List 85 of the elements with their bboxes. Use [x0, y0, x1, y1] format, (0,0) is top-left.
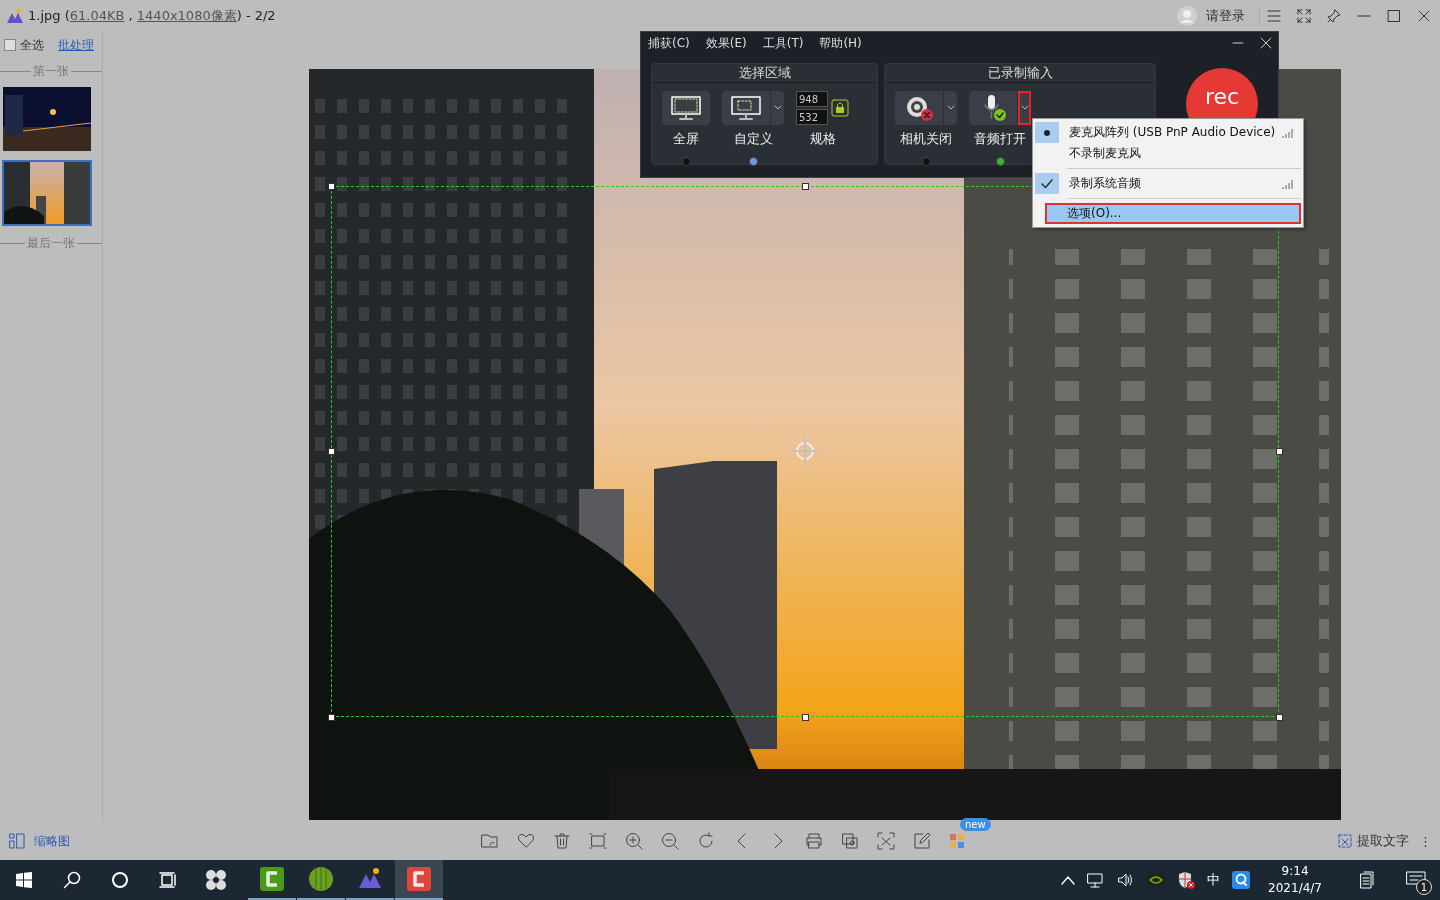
resize-handle[interactable] — [802, 714, 809, 721]
menu-item[interactable]: 效果(E) — [705, 34, 747, 52]
close-icon[interactable] — [1260, 37, 1272, 49]
time-label: 9:14 — [1281, 863, 1309, 880]
new-badge: new — [960, 818, 991, 831]
chevron-up-icon[interactable] — [1061, 875, 1076, 885]
text-scan-icon[interactable] — [876, 831, 896, 851]
menu-item[interactable]: 录制系统音频 — [1035, 173, 1301, 194]
shield-icon[interactable] — [1177, 871, 1196, 889]
thumbnail-image[interactable] — [2, 86, 92, 152]
login-link[interactable]: 请登录 — [1206, 7, 1245, 25]
resize-handle[interactable] — [328, 448, 335, 455]
circle-icon[interactable] — [111, 871, 129, 889]
print-icon[interactable] — [804, 831, 824, 851]
dropdown-arrow-button[interactable] — [1017, 91, 1031, 125]
full-screen-icon — [669, 94, 703, 122]
network-icon[interactable] — [1087, 872, 1106, 888]
window-title: 1.jpg (61.04KB , 1440x1080像素) - 2/2 — [28, 7, 276, 25]
resize-handle[interactable] — [328, 183, 335, 190]
menu-item[interactable]: 工具(T) — [762, 34, 804, 52]
caret-icon — [946, 105, 955, 111]
melon-app-icon[interactable] — [306, 864, 336, 894]
control-label: 自定义 — [733, 130, 773, 148]
more-options-button[interactable]: ⋮ — [1419, 833, 1432, 849]
thumbnail-panel-icon[interactable] — [8, 832, 26, 850]
camera-button[interactable] — [895, 91, 957, 125]
pin-icon[interactable] — [1326, 8, 1342, 24]
caret-icon — [1020, 105, 1029, 111]
audio-button[interactable] — [969, 91, 1031, 125]
zoom-out-icon[interactable] — [660, 831, 680, 851]
custom-region-button[interactable] — [722, 91, 784, 125]
search-icon[interactable] — [63, 871, 81, 889]
batch-process-link[interactable]: 批处理 — [58, 36, 94, 54]
text-extract-icon[interactable] — [1337, 833, 1353, 849]
date-label: 2021/4/7 — [1268, 880, 1322, 897]
resize-handle[interactable] — [328, 714, 335, 721]
task-view-icon[interactable] — [159, 871, 177, 889]
nvidia-icon[interactable] — [1147, 872, 1166, 888]
fit-screen-icon[interactable] — [588, 831, 608, 851]
group-title: 选择区域 — [652, 64, 877, 83]
fullscreen-icon[interactable] — [1296, 8, 1312, 24]
full-screen-button[interactable] — [662, 91, 710, 125]
folder-icon[interactable] — [480, 831, 500, 851]
resize-handle[interactable] — [1276, 714, 1283, 721]
zoom-in-icon[interactable] — [624, 831, 644, 851]
rotate-icon[interactable] — [696, 831, 716, 851]
custom-region-icon — [729, 94, 763, 122]
width-field[interactable]: 948 — [796, 91, 828, 107]
menu-item[interactable]: 捕获(C) — [648, 34, 690, 52]
menu-item[interactable]: 不录制麦克风 — [1035, 143, 1301, 164]
thumbnail-toggle-link[interactable]: 缩略图 — [34, 832, 70, 850]
checkbox[interactable] — [4, 39, 16, 51]
resize-handle[interactable] — [1276, 448, 1283, 455]
control-label: 相机关闭 — [900, 130, 952, 148]
camtasia-app-icon[interactable] — [404, 864, 434, 894]
close-icon[interactable] — [1416, 8, 1432, 24]
lock-icon[interactable] — [831, 99, 849, 117]
edit-icon[interactable] — [912, 831, 932, 851]
title-link[interactable]: 61.04KB — [69, 8, 125, 23]
resize-handle[interactable] — [802, 183, 809, 190]
menu-item[interactable]: 选项(O)... — [1045, 203, 1301, 224]
group-title: 已录制输入 — [885, 64, 1155, 83]
copy-image-icon[interactable] — [840, 831, 860, 851]
trash-icon[interactable] — [552, 831, 572, 851]
size-label: 规格 — [809, 130, 836, 148]
avatar-icon — [1176, 5, 1198, 27]
select-all-label[interactable]: 全选 — [20, 36, 44, 54]
input-method-indicator[interactable]: 中 — [1207, 871, 1221, 889]
camtasia-app-icon[interactable] — [257, 864, 287, 894]
caret-icon — [773, 105, 782, 111]
qq-app-icon[interactable] — [1232, 871, 1251, 889]
title-link[interactable]: 1440x1080像素 — [136, 8, 237, 23]
app-logo-icon — [6, 8, 24, 24]
control-label: 全屏 — [673, 130, 699, 148]
menu-item[interactable]: 帮助(H) — [819, 34, 862, 52]
clock[interactable]: 9:14 2021/4/7 — [1268, 863, 1322, 897]
notification-count: 1 — [1416, 879, 1432, 895]
extract-text-button[interactable]: 提取文字 — [1357, 832, 1409, 850]
notes-icon[interactable] — [1358, 870, 1376, 890]
height-field[interactable]: 532 — [796, 109, 828, 125]
maximize-icon[interactable] — [1386, 8, 1402, 24]
thumbnail-image[interactable] — [2, 160, 92, 226]
fan-app-icon[interactable] — [204, 868, 228, 892]
windows-start-icon[interactable] — [15, 871, 33, 889]
control-label: 音频打开 — [974, 130, 1026, 148]
